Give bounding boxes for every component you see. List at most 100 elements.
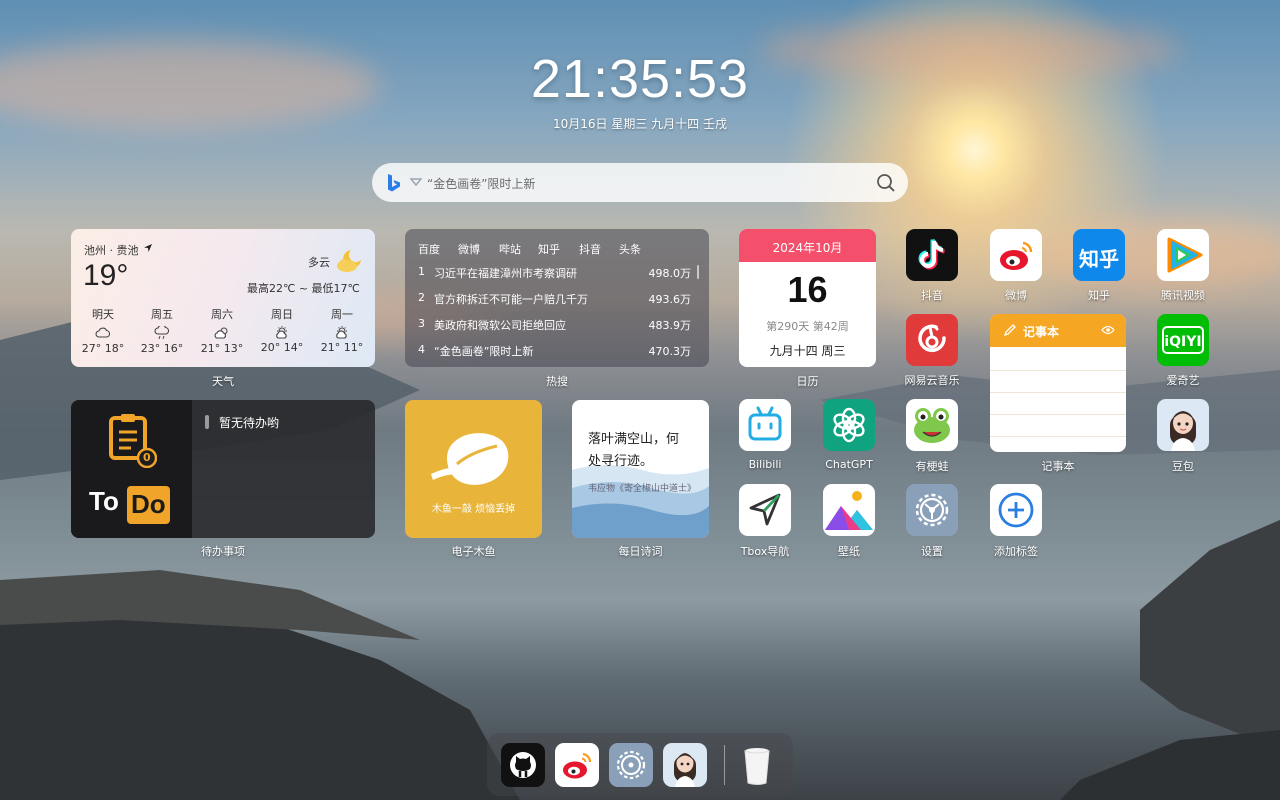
- calendar-month: 2024年10月: [772, 241, 843, 255]
- tab-bilibili[interactable]: 哔站: [499, 241, 521, 257]
- clock-date: 10月16日 星期三 九月十四 壬戌: [553, 117, 727, 131]
- doubao-avatar-icon: [674, 753, 696, 787]
- notepad-line: [990, 436, 1126, 437]
- add-tab-button[interactable]: [990, 484, 1042, 536]
- hot-title[interactable]: “金色画卷”限时上新: [434, 343, 533, 359]
- add-tab-label: 添加标签: [994, 545, 1038, 558]
- poem-line-2: 处寻行迹。: [588, 454, 654, 469]
- hot-search-item[interactable]: 1 习近平在福建漳州市考察调研 498.0万: [418, 265, 700, 281]
- tab-douyin[interactable]: 抖音: [579, 241, 601, 257]
- todo-widget[interactable]: 0 To Do 暂无待办哟: [71, 400, 375, 538]
- bing-icon[interactable]: [386, 173, 402, 193]
- calendar-widget[interactable]: 2024年10月 16 第290天 第42周 九月十四 周三: [739, 229, 876, 367]
- frog-icon: [914, 408, 950, 443]
- forecast-day: 周一 21° 11°: [314, 306, 370, 354]
- calendar-info: 第290天 第42周: [766, 320, 849, 333]
- hot-search-item[interactable]: 3 美政府和微软公司拒绝回应 483.9万: [418, 317, 700, 333]
- chevron-down-icon[interactable]: [410, 178, 422, 187]
- wallpaper-app-icon[interactable]: [823, 484, 875, 536]
- todo-badge: 0: [143, 451, 151, 464]
- wooden-fish-icon: [431, 433, 509, 485]
- forecast-temps: 27° 18°: [81, 342, 125, 355]
- hot-title[interactable]: 美政府和微软公司拒绝回应: [434, 317, 566, 333]
- todo-empty-text: 暂无待办哟: [219, 416, 280, 430]
- github-icon: [510, 752, 536, 778]
- tencent-video-app-icon[interactable]: [1157, 229, 1209, 281]
- partly-cloudy-icon: [214, 327, 228, 339]
- netease-music-app-icon[interactable]: [906, 314, 958, 366]
- daily-poem-widget[interactable]: 落叶满空山，何 处寻行迹。 韦应物《寄全椒山中道士》: [572, 400, 709, 538]
- frog-app-icon[interactable]: [906, 399, 958, 451]
- dock-weibo-icon[interactable]: [555, 743, 599, 787]
- hot-rank: 3: [418, 317, 425, 330]
- douyin-icon: [918, 238, 945, 270]
- eye-icon[interactable]: [1101, 325, 1115, 335]
- search-input[interactable]: “金色画卷”限时上新: [427, 175, 535, 192]
- weibo-app-icon[interactable]: [990, 229, 1042, 281]
- bilibili-icon: [748, 406, 782, 441]
- douyin-app-icon[interactable]: [906, 229, 958, 281]
- hot-search-item[interactable]: 2 官方称拆迁不可能一户赔几千万 493.6万: [418, 291, 700, 307]
- forecast-day-name: 周日: [271, 308, 293, 321]
- hot-title[interactable]: 官方称拆迁不可能一户赔几千万: [434, 291, 588, 307]
- hot-search-item[interactable]: 4 “金色画卷”限时上新 470.3万: [418, 343, 700, 359]
- forecast-temps: 23° 16°: [140, 342, 184, 355]
- tab-zhihu[interactable]: 知乎: [538, 241, 560, 257]
- plus-circle-icon: [998, 492, 1034, 528]
- muyu-label: 电子木鱼: [451, 545, 496, 558]
- search-icon[interactable]: [876, 173, 896, 193]
- hot-value: 483.9万: [648, 319, 692, 332]
- hot-scrollbar[interactable]: [697, 265, 699, 279]
- tab-weibo[interactable]: 微博: [458, 241, 480, 257]
- todo-logo-to: To: [89, 486, 119, 516]
- iqiyi-label: 爱奇艺: [1166, 374, 1200, 387]
- poem-line-1: 落叶满空山，何: [588, 432, 680, 447]
- tbox-app-icon[interactable]: [739, 484, 791, 536]
- forecast-day: 周日 20° 14°: [254, 306, 310, 354]
- tab-toutiao[interactable]: 头条: [619, 241, 641, 257]
- weather-widget[interactable]: 池州 · 贵池 19° 多云 最高22℃ ~ 最低17℃ 明天 27° 18° …: [71, 229, 375, 367]
- tab-baidu[interactable]: 百度: [418, 241, 440, 257]
- dock-settings-icon[interactable]: [609, 743, 653, 787]
- bilibili-app-icon[interactable]: [739, 399, 791, 451]
- rain-icon: [154, 326, 170, 340]
- dock: [487, 733, 793, 796]
- navigation-arrow-icon: [749, 493, 781, 526]
- bilibili-label: Bilibili: [748, 458, 782, 471]
- forecast-day: 周六 21° 13°: [194, 306, 250, 355]
- doubao-label: 豆包: [1172, 460, 1194, 473]
- iqiyi-app-icon[interactable]: iQIYI: [1157, 314, 1209, 366]
- doubao-app-icon[interactable]: [1157, 399, 1209, 451]
- partly-cloudy-moon-icon: [337, 250, 361, 272]
- frog-label: 有梗蛙: [915, 460, 949, 473]
- forecast-day-name: 周五: [151, 308, 173, 321]
- hot-search-widget[interactable]: 百度 微博 哔站 知乎 抖音 头条 1 习近平在福建漳州市考察调研 498.0万…: [405, 229, 709, 367]
- wallpaper-label: 壁纸: [838, 545, 860, 558]
- weibo-icon: [563, 752, 592, 779]
- zhihu-app-icon[interactable]: 知乎: [1073, 229, 1125, 281]
- forecast-day-name: 明天: [92, 308, 114, 321]
- todo-label: 待办事项: [201, 545, 245, 558]
- partly-sunny-icon: [276, 326, 287, 339]
- weibo-label: 微博: [1005, 289, 1027, 302]
- todo-marker: [205, 415, 209, 429]
- weather-condition: 多云: [308, 256, 330, 269]
- douyin-label: 抖音: [921, 289, 943, 302]
- weibo-icon: [1000, 241, 1033, 270]
- settings-app-icon[interactable]: [906, 484, 958, 536]
- calendar-lunar: 九月十四 周三: [769, 344, 846, 358]
- notepad-line: [990, 370, 1126, 371]
- search-bar[interactable]: “金色画卷”限时上新: [372, 163, 908, 202]
- dock-trash-icon[interactable]: [735, 743, 779, 787]
- dock-github-icon[interactable]: [501, 743, 545, 787]
- calendar-label: 日历: [796, 375, 819, 388]
- zhihu-logo-text: 知乎: [1079, 247, 1119, 271]
- notepad-widget[interactable]: 记事本: [990, 314, 1126, 452]
- muyu-widget[interactable]: 木鱼一敲 烦恼丢掉: [405, 400, 542, 538]
- dock-doubao-icon[interactable]: [663, 743, 707, 787]
- hot-title[interactable]: 习近平在福建漳州市考察调研: [434, 265, 577, 281]
- hot-search-label: 热搜: [546, 375, 568, 388]
- forecast-temps: 21° 11°: [320, 341, 364, 354]
- chatgpt-app-icon[interactable]: [823, 399, 875, 451]
- pen-icon: [1003, 324, 1016, 337]
